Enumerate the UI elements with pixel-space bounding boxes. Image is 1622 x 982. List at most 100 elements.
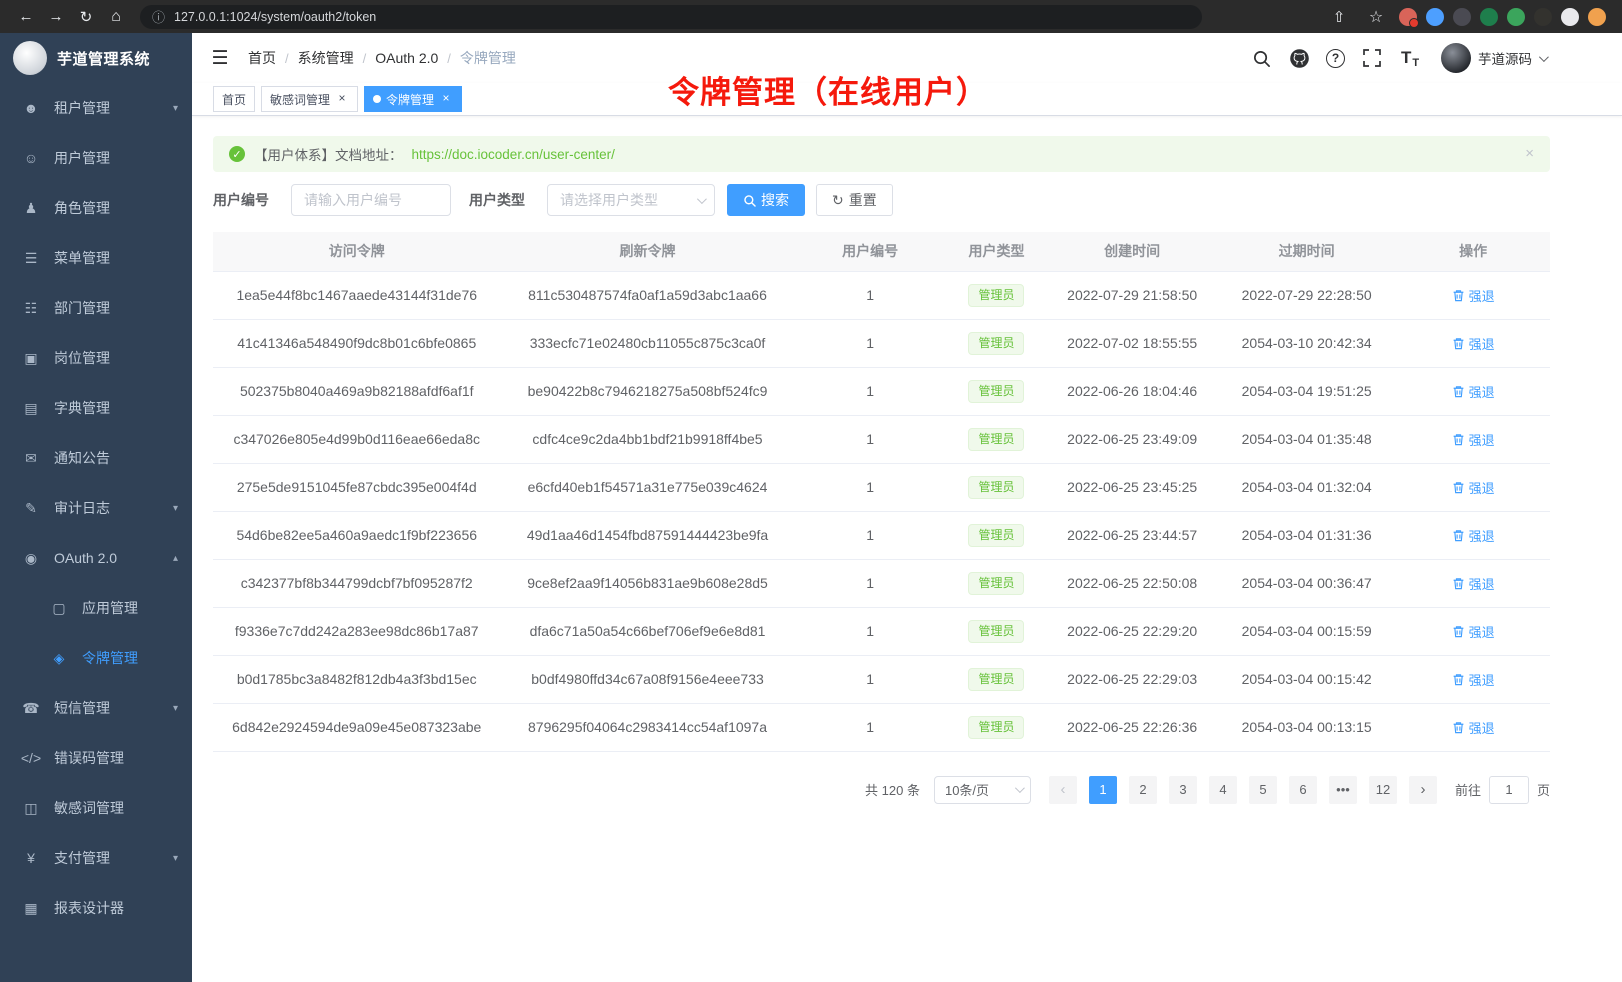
share-icon[interactable] xyxy=(1325,4,1353,30)
audit-log-icon: ✎ xyxy=(20,500,42,517)
table-row: c347026e805e4d99b0d116eae66eda8c cdfc4ce… xyxy=(213,415,1550,463)
browser-reload-icon[interactable] xyxy=(72,4,100,30)
sidebar-item[interactable]: ▣ 岗位管理 xyxy=(0,333,192,383)
expire-time-cell: 2054-03-04 00:15:42 xyxy=(1217,655,1396,703)
sidebar-item[interactable]: ☺ 用户管理 xyxy=(0,133,192,183)
browser-toolbar-icons xyxy=(1325,4,1610,30)
user-id-input[interactable] xyxy=(291,184,451,216)
help-icon[interactable] xyxy=(1326,49,1345,68)
page-number-button[interactable]: 2 xyxy=(1129,776,1157,804)
expire-time-cell: 2054-03-10 20:42:34 xyxy=(1217,319,1396,367)
user-type-badge: 管理员 xyxy=(968,524,1024,547)
sidebar-item[interactable]: ✉ 通知公告 xyxy=(0,433,192,483)
force-logout-button[interactable]: 强退 xyxy=(1452,286,1495,305)
annotation-text: 令牌管理（在线用户） xyxy=(668,67,988,112)
sidebar-item[interactable]: ✎ 审计日志 ▾ xyxy=(0,483,192,533)
breadcrumb-item[interactable]: 系统管理 xyxy=(298,48,354,68)
bookmark-star-icon[interactable] xyxy=(1362,4,1390,30)
browser-back-icon[interactable] xyxy=(12,4,40,30)
goto-page-input[interactable] xyxy=(1489,776,1529,804)
force-logout-button[interactable]: 强退 xyxy=(1452,478,1495,497)
sidebar-item[interactable]: ☰ 菜单管理 xyxy=(0,233,192,283)
expire-time-cell: 2054-03-04 01:32:04 xyxy=(1217,463,1396,511)
user-type-label: 用户类型 xyxy=(469,190,525,210)
browser-home-icon[interactable] xyxy=(102,4,130,30)
page-number-button[interactable]: 3 xyxy=(1169,776,1197,804)
github-icon[interactable] xyxy=(1288,47,1310,69)
extension-icon[interactable] xyxy=(1534,8,1552,26)
table-row: c342377bf8b344799dcbf7bf095287f2 9ce8ef2… xyxy=(213,559,1550,607)
force-logout-button[interactable]: 强退 xyxy=(1452,622,1495,641)
access-token-cell: 275e5de9151045fe87cbdc395e004f4d xyxy=(213,463,500,511)
sidebar-collapse-icon[interactable] xyxy=(208,47,232,70)
user-type-badge: 管理员 xyxy=(968,716,1024,739)
browser-address-bar[interactable]: 127.0.0.1:1024/system/oauth2/token xyxy=(140,5,1202,29)
fullscreen-icon[interactable] xyxy=(1361,47,1383,69)
force-logout-button[interactable]: 强退 xyxy=(1452,430,1495,449)
extension-icon[interactable] xyxy=(1399,8,1417,26)
banner-close-icon[interactable] xyxy=(1525,146,1534,161)
app-logo[interactable]: 芋道管理系统 xyxy=(0,33,192,83)
reset-button[interactable]: 重置 xyxy=(816,184,893,216)
page-number-button[interactable]: ••• xyxy=(1329,776,1357,804)
tab-close-icon[interactable] xyxy=(335,92,349,106)
tab-close-icon[interactable] xyxy=(439,92,453,106)
doc-link[interactable]: https://doc.iocoder.cn/user-center/ xyxy=(412,147,615,162)
force-logout-button[interactable]: 强退 xyxy=(1452,382,1495,401)
page-size-select[interactable]: 10条/页 xyxy=(934,776,1031,804)
sidebar-item[interactable]: ◫ 敏感词管理 xyxy=(0,783,192,833)
sidebar-item[interactable]: ♟ 角色管理 xyxy=(0,183,192,233)
force-logout-button[interactable]: 强退 xyxy=(1452,526,1495,545)
refresh-token-cell: 49d1aa46d1454fbd87591444423be9fa xyxy=(500,511,794,559)
refresh-icon xyxy=(832,192,844,209)
page-number-button[interactable]: 6 xyxy=(1289,776,1317,804)
force-logout-button[interactable]: 强退 xyxy=(1452,334,1495,353)
extension-icon[interactable] xyxy=(1507,8,1525,26)
side-panel-icon[interactable] xyxy=(1561,8,1579,26)
browser-forward-icon[interactable] xyxy=(42,4,70,30)
tab[interactable]: 首页 xyxy=(213,86,255,112)
sidebar-item[interactable]: ☎ 短信管理 ▾ xyxy=(0,683,192,733)
action-cell: 强退 xyxy=(1396,367,1550,415)
force-logout-button[interactable]: 强退 xyxy=(1452,718,1495,737)
prev-page-button[interactable] xyxy=(1049,776,1077,804)
extension-icon[interactable] xyxy=(1480,8,1498,26)
sidebar-item[interactable]: ▦ 报表设计器 xyxy=(0,883,192,933)
sidebar-item[interactable]: ☷ 部门管理 xyxy=(0,283,192,333)
sidebar-item-label: 租户管理 xyxy=(54,98,110,118)
extension-icon[interactable] xyxy=(1426,8,1444,26)
page-number-button[interactable]: 1 xyxy=(1089,776,1117,804)
page-number-button[interactable]: 12 xyxy=(1369,776,1397,804)
page-number-button[interactable]: 5 xyxy=(1249,776,1277,804)
error-code-icon: </> xyxy=(20,750,42,766)
force-logout-button[interactable]: 强退 xyxy=(1452,670,1495,689)
user-type-select[interactable]: 请选择用户类型 xyxy=(547,184,715,216)
access-token-cell: f9336e7c7dd242a283ee98dc86b17a87 xyxy=(213,607,500,655)
sidebar-item[interactable]: </> 错误码管理 xyxy=(0,733,192,783)
tab[interactable]: 令牌管理 xyxy=(364,86,462,112)
sidebar-item[interactable]: ¥ 支付管理 ▾ xyxy=(0,833,192,883)
profile-avatar[interactable] xyxy=(1588,8,1606,26)
sidebar-item[interactable]: ▢ 应用管理 xyxy=(0,583,192,633)
sidebar-item[interactable]: ▤ 字典管理 xyxy=(0,383,192,433)
page-number-button[interactable]: 4 xyxy=(1209,776,1237,804)
sidebar-item[interactable]: ◈ 令牌管理 xyxy=(0,633,192,683)
user-type-cell: 管理员 xyxy=(946,655,1048,703)
user-type-cell: 管理员 xyxy=(946,463,1048,511)
font-size-icon[interactable] xyxy=(1399,47,1421,69)
extension-icon[interactable] xyxy=(1453,8,1471,26)
force-logout-button[interactable]: 强退 xyxy=(1452,574,1495,593)
user-menu[interactable]: 芋道源码 xyxy=(1441,43,1546,73)
next-page-button[interactable] xyxy=(1409,776,1437,804)
breadcrumb-item[interactable]: 令牌管理 xyxy=(460,48,516,68)
chevron-icon: ▾ xyxy=(173,703,178,714)
site-info-icon[interactable] xyxy=(152,7,165,26)
page-content: 【用户体系】文档地址： https://doc.iocoder.cn/user-… xyxy=(192,116,1622,804)
tab[interactable]: 敏感词管理 xyxy=(261,86,358,112)
search-icon[interactable] xyxy=(1250,47,1272,69)
search-button[interactable]: 搜索 xyxy=(727,184,805,216)
sidebar-item[interactable]: ◉ OAuth 2.0 ▴ xyxy=(0,533,192,583)
breadcrumb-item[interactable]: 首页 xyxy=(248,48,276,68)
breadcrumb-item[interactable]: OAuth 2.0 xyxy=(375,50,438,66)
sidebar-item[interactable]: ☻ 租户管理 ▾ xyxy=(0,83,192,133)
